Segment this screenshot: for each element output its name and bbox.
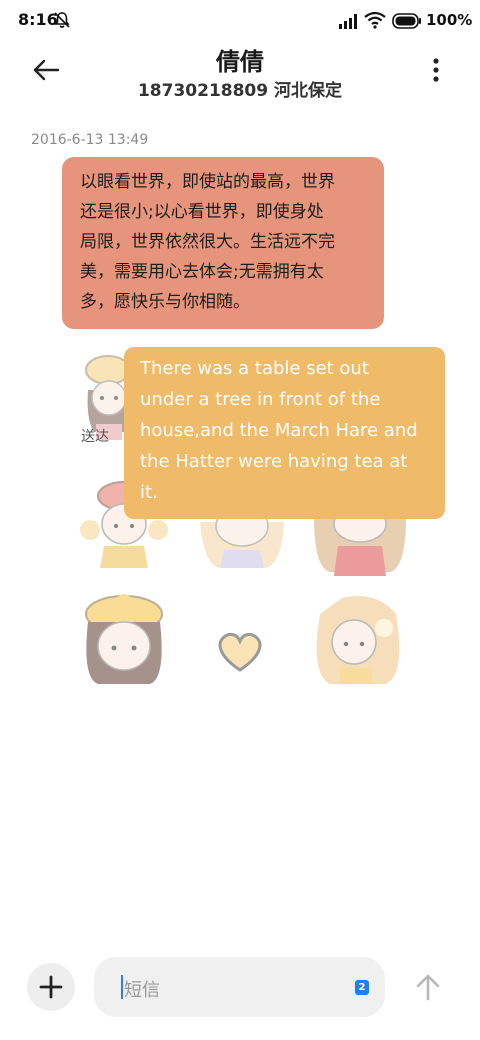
message-line: 以眼看世界，即使站的最高，世界 [80, 172, 335, 192]
message-line: 多，愿快乐与你相随。 [80, 292, 250, 312]
message-input-placeholder: 短信 [124, 980, 160, 1001]
message-line: 还是很小;以心看世界，即使身处 [80, 202, 324, 222]
send-arrow-icon[interactable] [414, 972, 442, 1002]
bell-off-icon [54, 12, 70, 28]
battery-level: 100% [426, 11, 473, 29]
girl-sticker [200, 512, 284, 568]
sim-card-icon[interactable]: 2 [355, 980, 369, 995]
contact-phone-location: 18730218809 河北保定 [137, 81, 343, 101]
plus-icon [39, 975, 63, 999]
girl-sticker [316, 596, 400, 684]
message-line: There was a table set out [140, 358, 369, 379]
message-bubble[interactable]: There was a table set out under a tree i… [124, 347, 445, 519]
more-vertical-icon[interactable] [424, 56, 448, 84]
add-attachment-button[interactable] [27, 963, 75, 1011]
message-line: 美，需要用心去体会;无需拥有太 [80, 262, 324, 282]
status-time: 8:16 [18, 10, 58, 29]
girl-sticker [85, 594, 163, 684]
text-cursor [121, 975, 123, 999]
delivery-status: 送达 [81, 429, 109, 445]
message-line: 局限，世界依然很大。生活远不完 [80, 232, 335, 252]
message-line: under a tree in front of the [140, 389, 381, 410]
message-line: it. [140, 482, 158, 503]
signal-icon [339, 14, 357, 29]
message-bubble[interactable]: 以眼看世界，即使站的最高，世界 还是很小;以心看世界，即使身处 局限，世界依然很… [62, 157, 384, 329]
girl-sticker [314, 510, 406, 576]
message-timestamp: 2016-6-13 13:49 [31, 132, 149, 148]
message-line: house,and the March Hare and [140, 420, 418, 441]
wifi-icon [364, 11, 386, 29]
contact-name: 倩倩 [216, 48, 264, 76]
message-line: the Hatter were having tea at [140, 451, 408, 472]
status-bar: 8:16 100% [0, 0, 480, 40]
battery-icon [392, 13, 421, 29]
heart-icon [218, 632, 262, 672]
